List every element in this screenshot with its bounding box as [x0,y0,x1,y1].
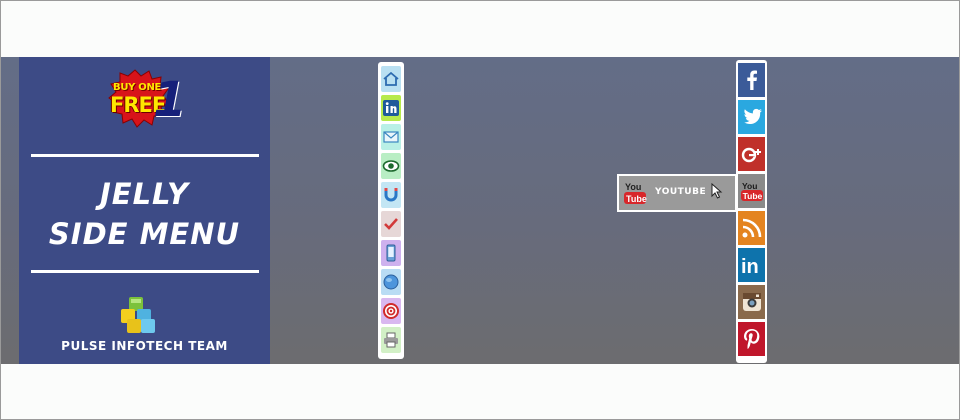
social-youtube-button[interactable]: You Tube [738,174,765,208]
menu-check-button[interactable] [381,211,401,237]
social-google-plus-button[interactable] [738,137,765,171]
menu-magnet-button[interactable] [381,182,401,208]
tooltip-label: YOUTUBE [655,187,707,197]
jelly-side-menu [378,62,404,359]
menu-mail-button[interactable] [381,124,401,150]
youtube-bottom-text: Tube [742,191,762,201]
youtube-icon: You Tube [740,181,763,201]
menu-globe-button[interactable] [381,269,401,295]
team-name: PULSE INFOTECH TEAM [61,339,228,353]
google-plus-icon [741,147,761,163]
check-icon [384,218,398,230]
facebook-icon [746,70,757,90]
title-line-2: SIDE MENU [48,217,241,251]
demo-stage: BUY ONE FREE 1 JELLY SIDE MENU PULSE INF… [1,57,959,364]
title-line-1: JELLY [99,177,190,211]
magnet-icon [384,188,398,202]
menu-home-button[interactable] [381,66,401,92]
instagram-icon [742,293,761,311]
linkedin-text: in [741,256,759,277]
menu-linkedin-button[interactable] [381,95,401,121]
linkedin-icon: in [741,256,759,277]
home-icon [383,71,399,86]
social-pinterest-button[interactable] [738,322,765,356]
social-side-menu: You Tube in [736,60,767,363]
social-rss-button[interactable] [738,211,765,245]
linkedin-icon [383,100,399,116]
menu-phone-button[interactable] [381,240,401,266]
logo-number: 1 [153,72,187,128]
print-icon [384,332,398,348]
menu-eye-button[interactable] [381,153,401,179]
mail-icon [383,131,399,143]
divider-top [31,154,259,157]
page-frame: BUY ONE FREE 1 JELLY SIDE MENU PULSE INF… [0,0,960,420]
pinterest-icon [743,329,759,349]
youtube-top-text: You [742,181,757,191]
globe-icon [383,274,399,290]
social-facebook-button[interactable] [738,63,765,97]
promo-panel: BUY ONE FREE 1 JELLY SIDE MENU PULSE INF… [19,57,270,364]
youtube-icon: You Tube [624,182,647,204]
social-instagram-button[interactable] [738,285,765,319]
divider-bottom [31,270,259,273]
eye-icon [382,160,400,172]
rss-icon [742,218,761,238]
tooltip-icon-top-text: You [625,182,641,192]
social-linkedin-button[interactable]: in [738,248,765,282]
social-twitter-button[interactable] [738,100,765,134]
tooltip-body: You Tube YOUTUBE [619,176,735,210]
mouse-cursor-icon [711,183,723,199]
menu-print-button[interactable] [381,327,401,353]
tooltip-icon-bottom-text: Tube [626,194,647,204]
team-cubes-logo [121,297,155,333]
menu-target-button[interactable] [381,298,401,324]
target-icon [383,303,399,319]
buy-one-free-logo: BUY ONE FREE 1 [105,68,187,134]
twitter-icon [743,108,762,125]
youtube-tooltip[interactable]: You Tube YOUTUBE [617,174,737,212]
phone-icon [386,244,396,262]
